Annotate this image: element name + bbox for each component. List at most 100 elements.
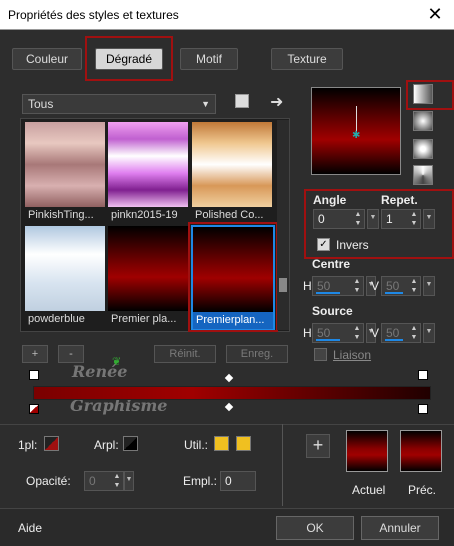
midpoint-diamond[interactable] [224,402,234,412]
spinner-icon[interactable]: ▲ ▼ [408,277,420,295]
center-h-label: H [303,279,312,293]
tab-motif[interactable]: Motif [180,48,238,70]
gallery-scrollbar[interactable] [277,120,289,330]
current-label: Actuel [352,483,386,497]
library-list-icon[interactable] [235,94,249,108]
link-checkbox[interactable] [314,348,327,361]
gallery-item[interactable]: powderblue [25,226,105,328]
chevron-down-icon: ▼ [201,99,210,109]
center-handle-icon[interactable]: ✱ [352,130,360,141]
remove-gradient-button[interactable]: - [58,345,84,363]
center-v-label: V [371,279,380,293]
source-v-input[interactable]: 50 ▲ ▼ [381,323,421,343]
opacity-label: Opacité: [26,474,71,488]
panel-divider [282,424,283,506]
spinner-icon[interactable]: ▲ ▼ [351,277,363,295]
gradient-thumbnail [108,122,188,207]
repeat-input[interactable]: 1 ▲ ▼ [381,209,421,229]
gradient-preview[interactable]: ✱ [311,87,401,175]
gradient-thumbnail [25,226,105,311]
repeat-value: 1 [386,212,393,226]
tab-texture[interactable]: Texture [271,48,343,70]
bottom-stop-marker[interactable] [418,404,428,414]
opacity-dropdown-icon[interactable]: ▼ [124,471,134,491]
add-gradient-button[interactable]: + [22,345,48,363]
reset-button[interactable]: Réinit. [154,345,216,363]
source-h-label: H [303,326,312,340]
category-dropdown[interactable]: Tous ▼ [22,94,216,114]
scrollbar-thumb[interactable] [279,278,287,292]
user-color-swatch[interactable] [236,436,251,451]
source-v-label: V [371,326,380,340]
arrow-right-icon[interactable]: ➜ [270,92,283,112]
bottom-stop-marker[interactable] [29,404,39,414]
spinner-icon[interactable]: ▲ ▼ [111,472,123,490]
foreground-stop-swatch[interactable] [44,436,59,451]
position-label: Empl.: [183,474,218,488]
center-label: Centre [312,257,351,271]
center-v-dropdown-icon[interactable]: ▼ [423,276,435,296]
angle-value: 0 [318,212,325,226]
source-label: Source [312,304,353,318]
angle-input[interactable]: 0 ▲ ▼ [313,209,365,229]
radial-gradient-type-button[interactable] [413,165,433,185]
spinner-icon[interactable]: ▲ ▼ [352,210,364,228]
repeat-label: Repet. [381,193,418,207]
position-value: 0 [225,474,232,488]
ok-button[interactable]: OK [276,516,354,540]
current-swatch[interactable] [346,430,388,472]
tab-highlight-box [85,36,173,81]
gallery-item[interactable]: PinkishTing... [25,122,105,224]
gallery-item[interactable]: Polished Co... [192,122,272,224]
gallery-item-label: PinkishTing... [28,209,94,221]
invert-label: Invers [336,238,369,252]
source-h-value: 50 [317,326,331,340]
opacity-input[interactable]: 0 ▲ ▼ [84,471,124,491]
gradient-bar[interactable] [33,386,431,400]
gallery-item[interactable]: pinkn2015-19 [108,122,188,224]
category-value: Tous [28,97,54,111]
opacity-value: 0 [89,474,96,488]
close-icon[interactable]: ✕ [424,3,446,25]
gallery-item[interactable]: Premier pla... [108,226,188,328]
angle-dropdown-icon[interactable]: ▼ [367,209,379,229]
user-color-swatch[interactable] [214,436,229,451]
dialog-footer: Aide OK Annuler [0,508,454,546]
link-label: Liaison [333,348,372,362]
gallery-item-label: Premier pla... [111,313,177,325]
bg-label: Arpl: [94,438,119,452]
previous-swatch[interactable] [400,430,442,472]
invert-checkbox[interactable]: ✓ [317,238,330,251]
source-v-level [385,339,403,341]
add-swatch-button[interactable]: + [306,434,330,458]
window-title: Propriétés des styles et textures [8,8,179,22]
position-input[interactable]: 0 [220,471,256,491]
spinner-icon[interactable]: ▲ ▼ [408,210,420,228]
gallery-item-label: powderblue [28,313,85,325]
top-stop-marker[interactable] [29,370,39,380]
title-bar: Propriétés des styles et textures ✕ [0,0,454,30]
tab-couleur[interactable]: Couleur [12,48,82,70]
watermark-leaf-icon: ❦ [112,356,122,368]
center-h-input[interactable]: 50 ▲ ▼ [312,276,364,296]
cancel-button[interactable]: Annuler [361,516,439,540]
spinner-icon[interactable]: ▲ ▼ [408,324,420,342]
gradient-thumbnail [25,122,105,207]
angle-label: Angle [313,193,347,207]
center-v-input[interactable]: 50 ▲ ▼ [381,276,421,296]
source-h-level [316,339,340,341]
gradient-thumbnail [108,226,188,311]
rectangular-gradient-type-button[interactable] [413,111,433,131]
repeat-dropdown-icon[interactable]: ▼ [423,209,435,229]
previous-label: Préc. [408,483,437,497]
top-stop-marker[interactable] [418,370,428,380]
help-link[interactable]: Aide [18,521,42,535]
sunburst-gradient-type-button[interactable] [413,139,433,159]
save-gradient-button[interactable]: Enreg. [226,345,288,363]
midpoint-diamond[interactable] [224,373,234,383]
center-h-level [316,292,340,294]
spinner-icon[interactable]: ▲ ▼ [351,324,363,342]
source-v-dropdown-icon[interactable]: ▼ [423,323,435,343]
source-h-input[interactable]: 50 ▲ ▼ [312,323,364,343]
background-stop-swatch[interactable] [123,436,138,451]
